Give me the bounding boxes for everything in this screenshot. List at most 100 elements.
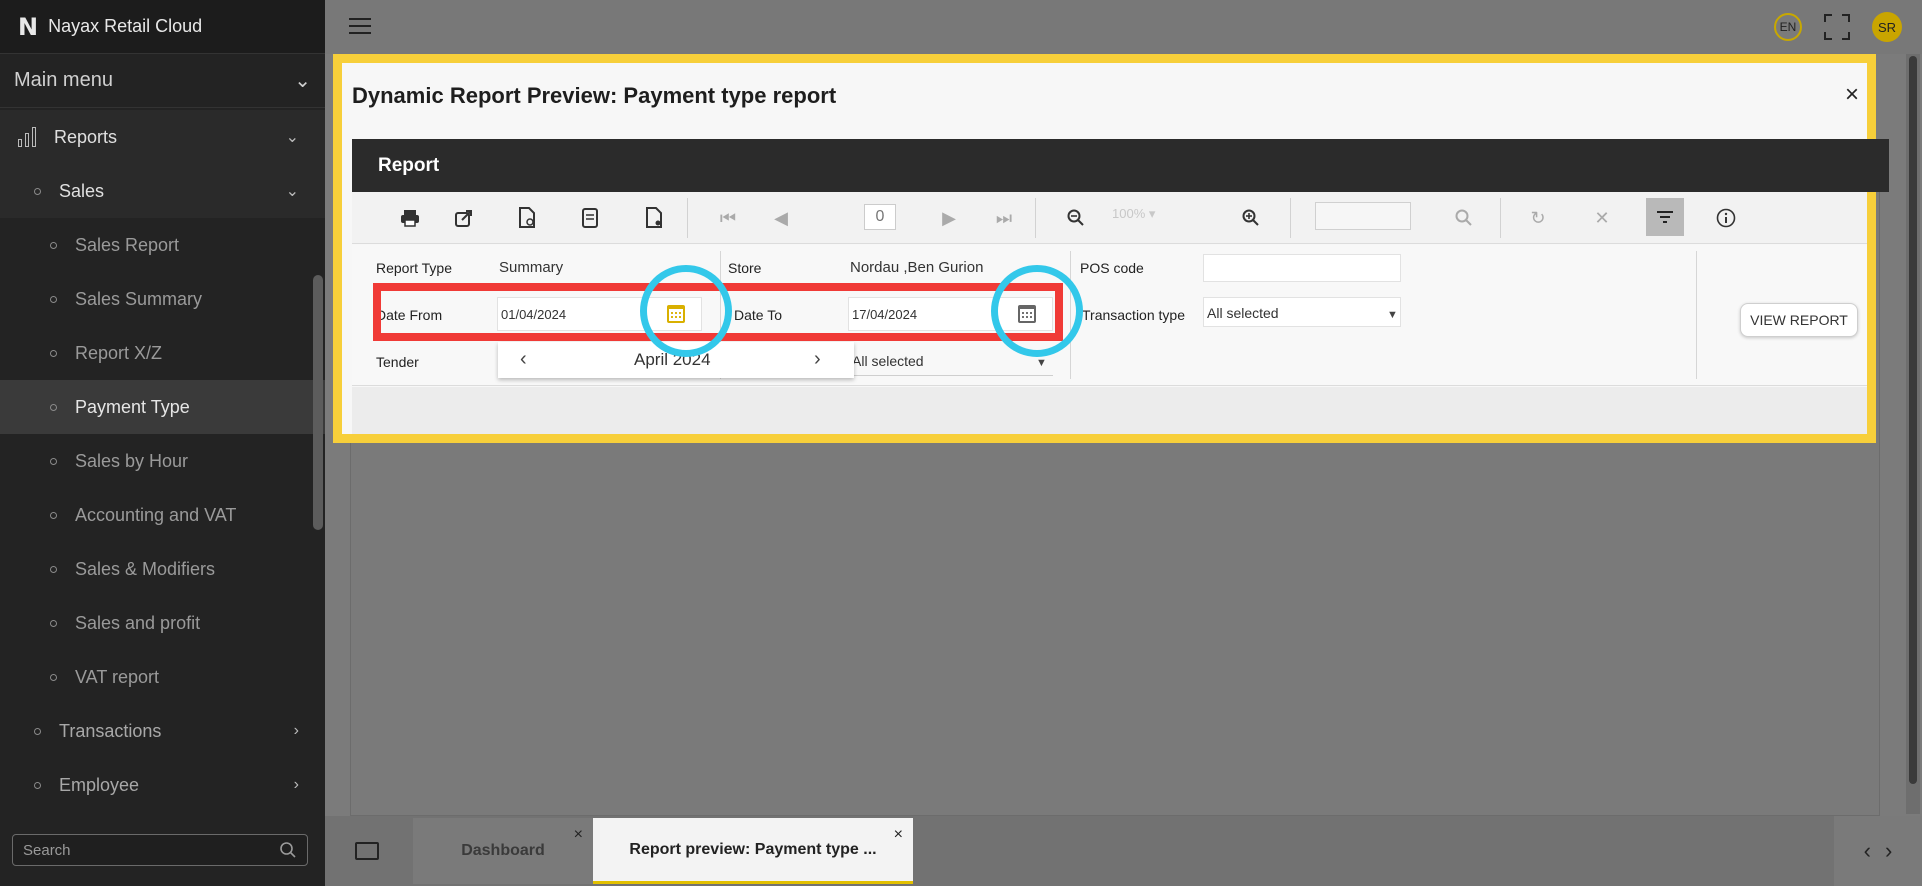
refresh-icon[interactable]: ↻	[1526, 206, 1550, 230]
user-avatar[interactable]: SR	[1872, 12, 1902, 42]
view-report-button[interactable]: VIEW REPORT	[1740, 303, 1858, 337]
report-type-value[interactable]: Summary	[499, 259, 563, 276]
sidebar-scrollbar[interactable]	[313, 275, 323, 530]
close-icon[interactable]: ×	[574, 826, 583, 844]
zoom-value: 100%	[1112, 206, 1146, 221]
sidebar-item-label: Sales Report	[75, 234, 180, 255]
zoom-in-icon[interactable]	[1239, 206, 1263, 230]
brand-name: Nayax Retail Cloud	[48, 16, 203, 36]
modal-title: Dynamic Report Preview: Payment type rep…	[352, 83, 837, 108]
bullet-icon	[50, 673, 57, 681]
bullet-icon	[50, 403, 57, 411]
sidebar-item-label: Sales	[59, 180, 105, 201]
tab-nav: ‹ ›	[1834, 816, 1922, 886]
toolbar-divider	[687, 198, 688, 238]
filter-icon	[1657, 211, 1673, 223]
scrollbar-thumb[interactable]	[1909, 56, 1917, 784]
bullet-icon	[50, 511, 57, 519]
last-page-icon[interactable]: ⏭	[992, 206, 1016, 230]
tab-dashboard[interactable]: Dashboard ×	[413, 818, 593, 884]
close-icon[interactable]: ×	[1845, 81, 1859, 109]
sidebar-item-sales-report[interactable]: Sales Report	[0, 218, 325, 272]
tender-value[interactable]: All selected	[852, 353, 924, 369]
cyan-highlight-circle	[640, 265, 732, 357]
page-number-input[interactable]: 0	[864, 204, 896, 230]
chevron-down-icon: ⌄	[285, 183, 299, 200]
sidebar-item-sales-by-hour[interactable]: Sales by Hour	[0, 434, 325, 488]
sidebar-item-sales[interactable]: Sales ⌄	[0, 164, 325, 218]
windows-icon[interactable]	[355, 842, 379, 860]
chevron-left-icon[interactable]: ‹	[1864, 838, 1871, 864]
top-bar: EN SR	[325, 0, 1922, 54]
toolbar-divider	[1500, 198, 1501, 238]
sidebar-item-label: Transactions	[59, 720, 162, 741]
menu-list: Reports ⌄ Sales ⌄ Sales Report Sales Sum…	[0, 110, 325, 830]
next-page-icon[interactable]: ▶	[937, 206, 961, 230]
nayax-logo: N	[18, 12, 38, 41]
export-icon[interactable]	[452, 206, 476, 230]
sidebar-item-accounting-vat[interactable]: Accounting and VAT	[0, 488, 325, 542]
close-icon[interactable]: ×	[894, 826, 903, 844]
search-placeholder: Search	[23, 841, 71, 859]
sidebar-item-label: Sales by Hour	[75, 450, 189, 471]
cancel-icon[interactable]: ✕	[1590, 206, 1614, 230]
first-page-icon[interactable]: ⏮	[716, 206, 740, 230]
sidebar-item-sales-summary[interactable]: Sales Summary	[0, 272, 325, 326]
chevron-down-icon: ⌄	[294, 70, 311, 92]
sidebar-item-label: Accounting and VAT	[75, 504, 237, 525]
sidebar-item-label: Sales and profit	[75, 612, 201, 633]
fullscreen-icon[interactable]	[1824, 14, 1850, 40]
param-divider	[1696, 251, 1697, 379]
language-button[interactable]: EN	[1774, 13, 1802, 41]
caret-down-icon: ▼	[1036, 357, 1047, 369]
bullet-icon	[34, 727, 41, 735]
report-toolbar: ⏮ ◀ 0 ▶ ⏭ 100% ▾ ↻ ✕	[352, 192, 1867, 244]
sidebar-search-input[interactable]: Search	[12, 834, 308, 866]
main-menu-toggle[interactable]: Main menu ⌄	[0, 54, 325, 108]
main-menu-label: Main menu	[14, 69, 113, 91]
sidebar-item-report-xz[interactable]: Report X/Z	[0, 326, 325, 380]
toolbar-divider	[1290, 198, 1291, 238]
bullet-icon	[50, 349, 57, 357]
sidebar-item-reports[interactable]: Reports ⌄	[0, 110, 325, 164]
bullet-icon	[50, 295, 57, 303]
chevron-down-icon: ⌄	[285, 129, 299, 146]
bullet-icon	[50, 619, 57, 627]
prev-page-icon[interactable]: ◀	[769, 206, 793, 230]
sidebar-item-sales-modifiers[interactable]: Sales & Modifiers	[0, 542, 325, 596]
zoom-select[interactable]: 100% ▾	[1112, 206, 1155, 222]
sidebar-item-label: Report X/Z	[75, 342, 163, 363]
document-icon[interactable]	[578, 206, 602, 230]
tab-report-preview[interactable]: Report preview: Payment type ... ×	[593, 818, 913, 884]
chevron-right-icon: ›	[293, 776, 299, 793]
bullet-icon	[50, 241, 57, 249]
sidebar-item-payment-type[interactable]: Payment Type	[0, 380, 325, 434]
pos-code-input[interactable]	[1203, 254, 1401, 282]
prev-month-icon[interactable]: ‹	[520, 348, 527, 371]
sidebar-item-label: VAT report	[75, 666, 160, 687]
sidebar-item-label: Payment Type	[75, 396, 190, 417]
sidebar-item-sales-profit[interactable]: Sales and profit	[0, 596, 325, 650]
page-scrollbar[interactable]	[1906, 54, 1920, 814]
chevron-right-icon[interactable]: ›	[1885, 838, 1892, 864]
next-month-icon[interactable]: ›	[814, 348, 821, 371]
document-settings-icon[interactable]	[642, 206, 666, 230]
sidebar-item-vat-report[interactable]: VAT report	[0, 650, 325, 704]
toolbar-divider	[1035, 198, 1036, 238]
sidebar-item-label: Reports	[54, 126, 118, 147]
chevron-right-icon: ›	[293, 722, 299, 739]
caret-down-icon: ▼	[1387, 309, 1398, 321]
filter-button[interactable]	[1646, 198, 1684, 236]
find-text-input[interactable]	[1315, 202, 1411, 230]
info-icon[interactable]	[1714, 206, 1738, 230]
search-icon[interactable]	[1452, 206, 1476, 230]
bottom-tab-bar: Dashboard × Report preview: Payment type…	[325, 816, 1922, 886]
hamburger-menu-icon[interactable]	[349, 18, 371, 34]
print-icon[interactable]	[398, 206, 422, 230]
top-right-controls: EN SR	[1774, 12, 1902, 42]
sidebar-item-employee[interactable]: Employee ›	[0, 758, 325, 812]
zoom-out-icon[interactable]	[1064, 206, 1088, 230]
store-value[interactable]: Nordau ,Ben Gurion	[850, 259, 983, 276]
sidebar-item-transactions[interactable]: Transactions ›	[0, 704, 325, 758]
export-pdf-icon[interactable]	[515, 206, 539, 230]
